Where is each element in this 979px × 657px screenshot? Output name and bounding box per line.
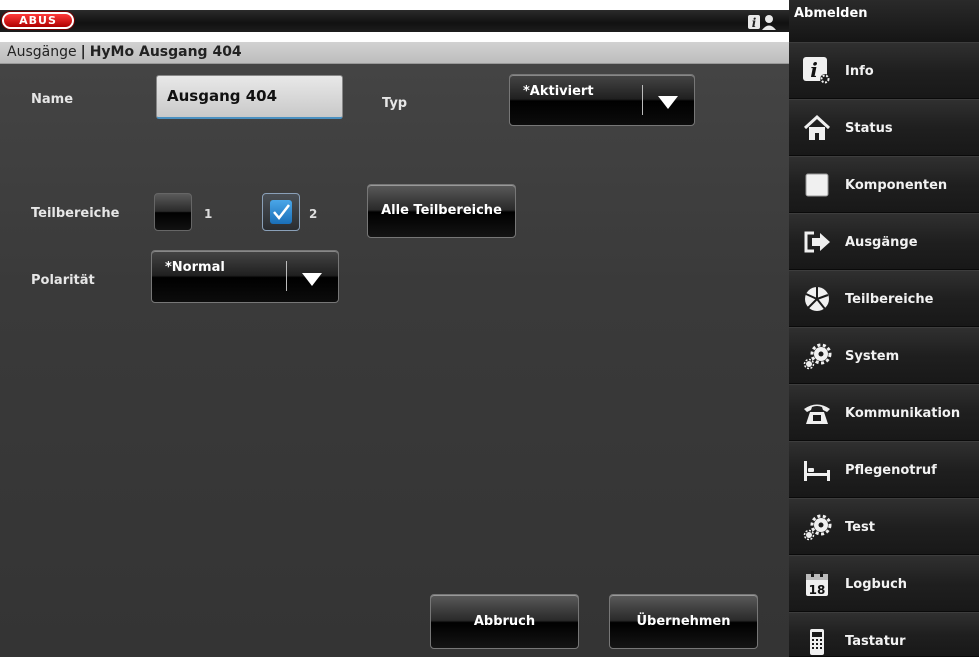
sidebar-item-status[interactable]: Status [789, 99, 979, 156]
dropdown-divider [286, 261, 287, 291]
breadcrumb-separator: | [80, 44, 86, 60]
breadcrumb-current: HyMo Ausgang 404 [89, 44, 242, 60]
svg-text:i: i [810, 58, 818, 82]
areas-label: Teilbereiche [31, 206, 120, 221]
sidebar-item-pflegenotruf[interactable]: Pflegenotruf [789, 441, 979, 498]
square-icon [805, 173, 829, 197]
svg-text:i: i [752, 16, 757, 30]
logout-button[interactable]: Abmelden [789, 0, 979, 42]
area-2-checkbox[interactable] [262, 193, 300, 231]
breadcrumb-section[interactable]: Ausgänge [7, 44, 77, 60]
top-bar: ABUS i Abmelden [0, 0, 979, 42]
polarity-label: Polarität [31, 273, 95, 288]
top-strip [0, 10, 789, 32]
main-panel: Ausgänge | HyMo Ausgang 404 Name Ausgang 4… [0, 42, 789, 657]
area-1-checkbox[interactable] [154, 193, 192, 231]
sidebar-item-system[interactable]: System [789, 327, 979, 384]
gears-icon [803, 343, 832, 370]
sidebar-item-komponenten[interactable]: Komponenten [789, 156, 979, 213]
sidebar-item-label: Tastatur [845, 634, 906, 649]
keypad-icon [810, 629, 824, 655]
all-areas-button[interactable]: Alle Teilbereiche [367, 184, 516, 238]
logout-label: Abmelden [794, 6, 868, 21]
checkmark-icon [270, 200, 292, 224]
sidebar-item-label: Komponenten [845, 178, 948, 193]
sidebar-item-label: Pflegenotruf [845, 463, 937, 478]
type-value: *Aktiviert [523, 84, 594, 99]
chevron-down-icon [658, 96, 678, 109]
sidebar-item-label: Teilbereiche [845, 292, 934, 307]
sidebar: i Info Status Komponenten Ausgänge Teilb… [789, 42, 979, 657]
sidebar-item-kommunikation[interactable]: Kommunikation [789, 384, 979, 441]
home-icon [803, 114, 831, 140]
help-user-icon[interactable]: i [747, 13, 779, 31]
calendar-icon: 18 [806, 571, 828, 597]
sidebar-item-tastatur[interactable]: Tastatur [789, 612, 979, 657]
chevron-down-icon [302, 273, 322, 286]
output-arrow-icon [804, 231, 830, 253]
sidebar-item-label: Kommunikation [845, 406, 961, 421]
name-label: Name [31, 92, 74, 107]
type-label: Typ [382, 96, 408, 111]
info-settings-icon: i [803, 57, 830, 84]
name-field[interactable]: Ausgang 404 [156, 75, 343, 119]
sidebar-item-ausgaenge[interactable]: Ausgänge [789, 213, 979, 270]
cancel-button[interactable]: Abbruch [430, 594, 579, 649]
area-2-number: 2 [309, 207, 318, 221]
sidebar-item-info[interactable]: i Info [789, 42, 979, 99]
apply-button[interactable]: Übernehmen [609, 594, 758, 649]
sidebar-item-label: Ausgänge [845, 235, 918, 250]
sidebar-item-label: Info [845, 64, 874, 79]
telephone-icon [804, 404, 830, 424]
sidebar-item-logbuch[interactable]: 18 Logbuch [789, 555, 979, 612]
dropdown-divider [642, 85, 643, 115]
abus-logo: ABUS [2, 12, 74, 29]
polarity-value: *Normal [165, 260, 225, 275]
breadcrumb: Ausgänge | HyMo Ausgang 404 [0, 42, 789, 64]
gears-icon [803, 514, 832, 541]
sidebar-item-test[interactable]: Test [789, 498, 979, 555]
pie-sectors-icon [805, 287, 829, 311]
bed-icon [804, 461, 830, 481]
calendar-day: 18 [809, 583, 826, 597]
sidebar-item-label: System [845, 349, 900, 364]
sidebar-item-label: Test [845, 520, 875, 535]
sidebar-item-label: Logbuch [845, 577, 908, 592]
type-dropdown[interactable]: *Aktiviert [509, 74, 695, 126]
sidebar-item-teilbereiche[interactable]: Teilbereiche [789, 270, 979, 327]
area-1-number: 1 [204, 207, 213, 221]
sidebar-item-label: Status [845, 121, 893, 136]
polarity-dropdown[interactable]: *Normal [151, 250, 339, 303]
